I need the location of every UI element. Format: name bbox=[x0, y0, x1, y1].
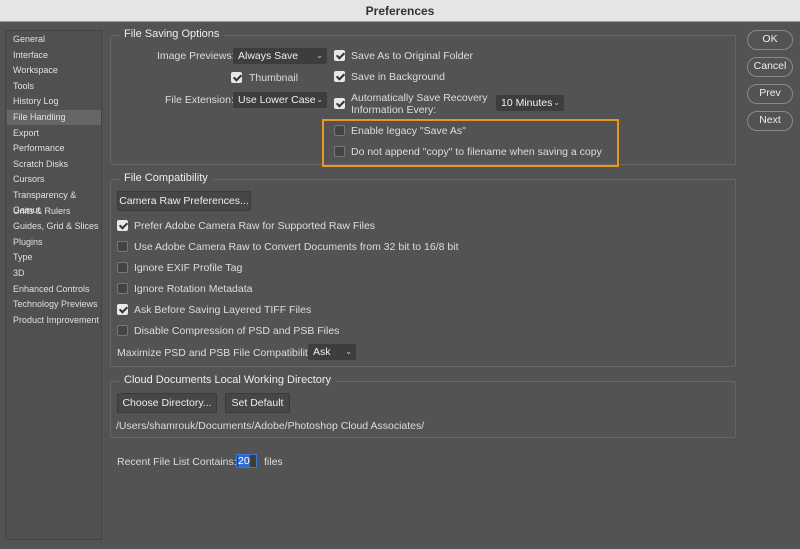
sidebar-item-product-improvement[interactable]: Product Improvement bbox=[7, 313, 101, 328]
chevron-down-icon: ⌄ bbox=[316, 51, 323, 60]
compat-option-checkbox[interactable] bbox=[117, 262, 128, 273]
select-value: 10 Minutes bbox=[501, 97, 553, 109]
compat-option-checkbox[interactable] bbox=[117, 304, 128, 315]
sidebar-item-history-log[interactable]: History Log bbox=[7, 94, 101, 109]
save-as-original-label: Save As to Original Folder bbox=[351, 50, 473, 62]
cancel-button[interactable]: Cancel bbox=[747, 57, 793, 77]
sidebar-item-export[interactable]: Export bbox=[7, 126, 101, 141]
set-default-button[interactable]: Set Default bbox=[225, 393, 290, 413]
sidebar-item-workspace[interactable]: Workspace bbox=[7, 63, 101, 78]
sidebar-item-enhanced-controls[interactable]: Enhanced Controls bbox=[7, 282, 101, 297]
image-previews-select[interactable]: Always Save ⌄ bbox=[233, 48, 327, 64]
compat-option-checkbox[interactable] bbox=[117, 283, 128, 294]
prev-button[interactable]: Prev bbox=[747, 84, 793, 104]
sidebar-item-performance[interactable]: Performance bbox=[7, 141, 101, 156]
select-value: Always Save bbox=[238, 50, 299, 62]
file-extension-select[interactable]: Use Lower Case ⌄ bbox=[233, 92, 327, 108]
legacy-save-as-label: Enable legacy "Save As" bbox=[351, 125, 466, 137]
thumbnail-label: Thumbnail bbox=[249, 72, 299, 84]
auto-save-interval-select[interactable]: 10 Minutes ⌄ bbox=[496, 95, 564, 111]
auto-save-checkbox[interactable] bbox=[334, 98, 345, 109]
file-extension-label: File Extension: bbox=[165, 94, 234, 106]
compat-option-label: Use Adobe Camera Raw to Convert Document… bbox=[134, 241, 459, 253]
compat-option-label: Prefer Adobe Camera Raw for Supported Ra… bbox=[134, 220, 376, 232]
no-copy-checkbox[interactable] bbox=[334, 146, 345, 157]
legacy-save-as-checkbox[interactable] bbox=[334, 125, 345, 136]
auto-save-label-2: Information Every: bbox=[351, 104, 437, 116]
sidebar-item-technology-previews[interactable]: Technology Previews bbox=[7, 297, 101, 312]
image-previews-label: Image Previews: bbox=[157, 50, 235, 62]
group-title: Cloud Documents Local Working Directory bbox=[119, 374, 337, 386]
camera-raw-preferences-button[interactable]: Camera Raw Preferences... bbox=[117, 191, 251, 211]
group-title: File Saving Options bbox=[119, 28, 225, 40]
save-background-label: Save in Background bbox=[351, 71, 445, 83]
recent-files-label: Recent File List Contains: bbox=[117, 456, 237, 468]
cloud-directory-path: /Users/shamrouk/Documents/Adobe/Photosho… bbox=[116, 420, 425, 432]
chevron-down-icon: ⌄ bbox=[553, 98, 560, 107]
sidebar-item-3d[interactable]: 3D bbox=[7, 266, 101, 281]
title-bar: Preferences bbox=[0, 0, 800, 22]
chevron-down-icon: ⌄ bbox=[316, 95, 323, 104]
sidebar-item-scratch-disks[interactable]: Scratch Disks bbox=[7, 157, 101, 172]
compat-option-checkbox[interactable] bbox=[117, 220, 128, 231]
ok-button[interactable]: OK bbox=[747, 30, 793, 50]
maximize-compat-select[interactable]: Ask ⌄ bbox=[308, 344, 356, 360]
chevron-down-icon: ⌄ bbox=[345, 347, 352, 356]
no-copy-label: Do not append "copy" to filename when sa… bbox=[351, 146, 602, 158]
auto-save-label: Automatically Save Recovery bbox=[351, 92, 488, 104]
group-title: File Compatibility bbox=[119, 172, 213, 184]
compat-option-label: Ask Before Saving Layered TIFF Files bbox=[134, 304, 312, 316]
save-as-original-checkbox[interactable] bbox=[334, 50, 345, 61]
recent-files-input[interactable]: 20 bbox=[236, 454, 257, 468]
sidebar-item-units-rulers[interactable]: Units & Rulers bbox=[7, 204, 101, 219]
select-value: Use Lower Case bbox=[238, 94, 316, 106]
maximize-compat-label: Maximize PSD and PSB File Compatibility: bbox=[117, 347, 316, 359]
sidebar-item-guides-grid-slices[interactable]: Guides, Grid & Slices bbox=[7, 219, 101, 234]
input-value: 20 bbox=[238, 455, 250, 467]
thumbnail-checkbox[interactable] bbox=[231, 72, 242, 83]
save-background-checkbox[interactable] bbox=[334, 71, 345, 82]
compat-option-label: Disable Compression of PSD and PSB Files bbox=[134, 325, 340, 337]
compat-option-checkbox[interactable] bbox=[117, 241, 128, 252]
next-button[interactable]: Next bbox=[747, 111, 793, 131]
compat-option-label: Ignore EXIF Profile Tag bbox=[134, 262, 243, 274]
sidebar-item-interface[interactable]: Interface bbox=[7, 48, 101, 63]
sidebar-item-file-handling[interactable]: File Handling bbox=[7, 110, 101, 125]
select-value: Ask bbox=[313, 346, 331, 358]
sidebar-item-tools[interactable]: Tools bbox=[7, 79, 101, 94]
choose-directory-button[interactable]: Choose Directory... bbox=[117, 393, 217, 413]
compat-option-checkbox[interactable] bbox=[117, 325, 128, 336]
recent-files-suffix: files bbox=[264, 456, 283, 468]
sidebar-item-transparency-gamut[interactable]: Transparency & Gamut bbox=[7, 188, 101, 215]
sidebar-item-general[interactable]: General bbox=[7, 32, 101, 47]
compat-option-label: Ignore Rotation Metadata bbox=[134, 283, 253, 295]
sidebar-item-cursors[interactable]: Cursors bbox=[7, 172, 101, 187]
sidebar-item-type[interactable]: Type bbox=[7, 250, 101, 265]
sidebar: General Interface Workspace Tools History Lo… bbox=[5, 30, 102, 540]
sidebar-item-plugins[interactable]: Plugins bbox=[7, 235, 101, 250]
